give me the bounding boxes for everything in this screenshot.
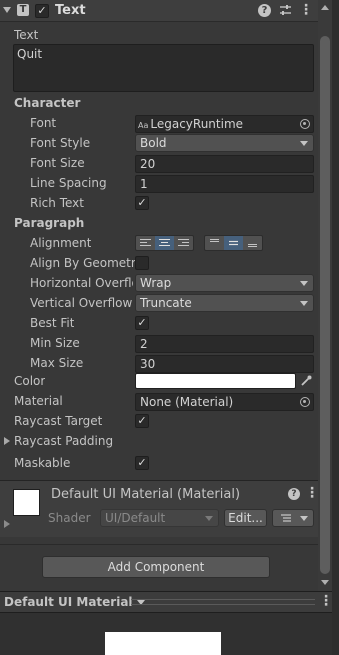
font-style-dropdown[interactable]: Bold bbox=[135, 134, 314, 152]
panel-right-edge bbox=[332, 0, 339, 655]
material-object-field[interactable]: None (Material) bbox=[135, 393, 314, 411]
align-by-geometry-checkbox[interactable] bbox=[135, 256, 149, 270]
list-icon bbox=[281, 514, 291, 522]
min-size-field[interactable]: 2 bbox=[135, 335, 314, 353]
font-object-field[interactable]: Aa LegacyRuntime bbox=[135, 115, 314, 133]
max-size-label: Max Size bbox=[30, 356, 84, 370]
chevron-down-icon bbox=[300, 516, 308, 521]
help-icon[interactable]: ? bbox=[258, 4, 271, 17]
shader-label: Shader bbox=[48, 511, 91, 525]
vertical-alignment-group bbox=[204, 235, 263, 251]
object-picker-icon[interactable] bbox=[300, 119, 310, 129]
object-picker-icon[interactable] bbox=[300, 397, 310, 407]
align-bottom-icon bbox=[248, 244, 257, 247]
scroll-down-arrow-icon[interactable] bbox=[321, 580, 329, 585]
paragraph-heading: Paragraph bbox=[14, 216, 85, 230]
eyedropper-icon[interactable] bbox=[299, 374, 313, 388]
help-icon[interactable]: ? bbox=[288, 488, 300, 500]
raycast-padding-foldout-icon[interactable] bbox=[4, 437, 10, 445]
rich-text-checkbox[interactable]: ✓ bbox=[135, 196, 149, 210]
rich-text-label: Rich Text bbox=[30, 196, 84, 210]
line-spacing-label: Line Spacing bbox=[30, 176, 107, 190]
chevron-down-icon bbox=[300, 141, 308, 146]
alignment-label: Alignment bbox=[30, 236, 92, 250]
material-value: None (Material) bbox=[140, 395, 234, 409]
edit-shader-button[interactable]: Edit... bbox=[224, 509, 267, 527]
align-top-icon bbox=[210, 239, 219, 242]
component-title: Text bbox=[55, 3, 86, 18]
font-label: Font bbox=[30, 116, 57, 130]
vertical-overflow-value: Truncate bbox=[140, 296, 192, 310]
text-component-icon: T bbox=[17, 4, 29, 16]
material-asset-title: Default UI Material (Material) bbox=[51, 487, 241, 502]
align-middle-button[interactable] bbox=[224, 236, 243, 250]
section-divider bbox=[0, 544, 318, 545]
kebab-menu-icon[interactable]: ⋮ bbox=[305, 486, 319, 501]
horizontal-overflow-dropdown[interactable]: Wrap bbox=[135, 274, 314, 292]
horizontal-alignment-group bbox=[135, 235, 194, 251]
preview-title-dropdown[interactable]: Default UI Material bbox=[4, 595, 145, 609]
text-area[interactable]: Quit bbox=[13, 44, 314, 92]
presets-icon[interactable] bbox=[279, 4, 292, 17]
raycast-padding-label[interactable]: Raycast Padding bbox=[14, 434, 113, 448]
chevron-down-icon bbox=[300, 281, 308, 286]
align-center-button[interactable] bbox=[155, 236, 174, 250]
raycast-target-label: Raycast Target bbox=[14, 414, 103, 428]
best-fit-checkbox[interactable]: ✓ bbox=[135, 316, 149, 330]
shader-options-dropdown[interactable] bbox=[272, 509, 314, 527]
align-right-button[interactable] bbox=[174, 236, 193, 250]
vertical-overflow-dropdown[interactable]: Truncate bbox=[135, 294, 314, 312]
align-left-icon bbox=[140, 239, 151, 246]
max-size-field[interactable]: 30 bbox=[135, 355, 314, 373]
raycast-target-checkbox[interactable]: ✓ bbox=[135, 414, 149, 428]
maskable-label: Maskable bbox=[14, 456, 71, 470]
font-size-label: Font Size bbox=[30, 156, 85, 170]
maskable-checkbox[interactable]: ✓ bbox=[135, 456, 149, 470]
chevron-down-icon bbox=[205, 516, 213, 521]
scroll-up-arrow-icon[interactable] bbox=[321, 5, 329, 10]
color-swatch[interactable] bbox=[135, 373, 296, 389]
min-size-label: Min Size bbox=[30, 336, 80, 350]
kebab-menu-icon[interactable]: ⋮ bbox=[299, 3, 313, 18]
shader-value: UI/Default bbox=[105, 511, 166, 525]
font-size-field[interactable]: 20 bbox=[135, 155, 314, 173]
material-preview-thumbnail bbox=[13, 489, 40, 516]
material-foldout-icon[interactable] bbox=[4, 520, 10, 528]
align-middle-icon bbox=[229, 240, 238, 246]
text-area-value: Quit bbox=[17, 47, 43, 61]
text-label: Text bbox=[14, 28, 39, 42]
kebab-menu-icon[interactable]: ⋮ bbox=[319, 594, 333, 609]
line-spacing-field[interactable]: 1 bbox=[135, 175, 314, 193]
character-heading: Character bbox=[14, 96, 81, 110]
font-asset-icon: Aa bbox=[138, 121, 149, 130]
font-value: LegacyRuntime bbox=[150, 117, 244, 131]
align-left-button[interactable] bbox=[136, 236, 155, 250]
align-top-button[interactable] bbox=[205, 236, 224, 250]
foldout-arrow-icon[interactable] bbox=[3, 7, 11, 13]
add-component-button[interactable]: Add Component bbox=[42, 556, 270, 578]
align-bottom-button[interactable] bbox=[243, 236, 262, 250]
color-label: Color bbox=[14, 374, 46, 388]
shader-dropdown[interactable]: UI/Default bbox=[100, 509, 219, 527]
chevron-down-icon bbox=[300, 301, 308, 306]
horizontal-overflow-label: Horizontal Overflow bbox=[30, 276, 133, 290]
horizontal-overflow-value: Wrap bbox=[140, 276, 172, 290]
align-center-icon bbox=[159, 239, 170, 246]
vertical-overflow-label: Vertical Overflow bbox=[30, 296, 133, 310]
preview-drag-handle[interactable] bbox=[131, 599, 315, 605]
component-enabled-checkbox[interactable]: ✓ bbox=[35, 4, 49, 18]
align-by-geometry-label: Align By Geometry bbox=[30, 256, 143, 270]
font-style-value: Bold bbox=[140, 136, 167, 150]
preview-title: Default UI Material bbox=[4, 595, 133, 609]
scrollbar-thumb[interactable] bbox=[320, 36, 330, 574]
material-label: Material bbox=[14, 394, 63, 408]
align-right-icon bbox=[178, 239, 189, 246]
font-style-label: Font Style bbox=[30, 136, 91, 150]
best-fit-label: Best Fit bbox=[30, 316, 75, 330]
material-preview-quad bbox=[105, 632, 221, 655]
